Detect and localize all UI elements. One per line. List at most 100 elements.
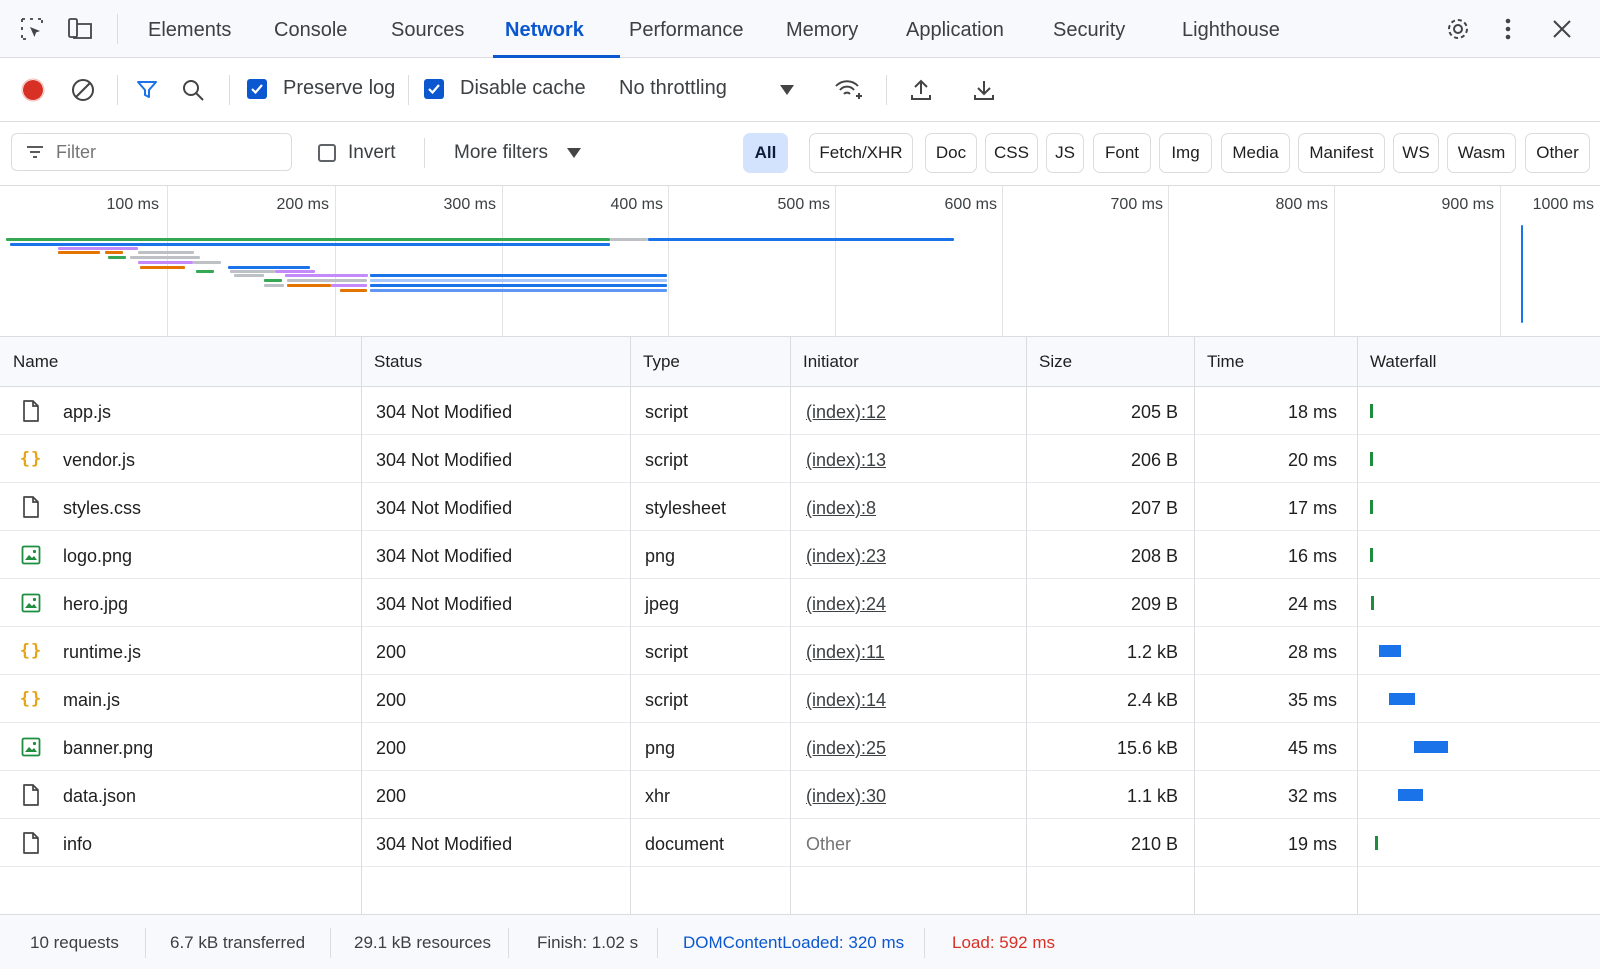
column-header-status[interactable]: Status xyxy=(361,337,422,387)
load-time: Load: 592 ms xyxy=(952,933,1056,952)
tab-memory[interactable]: Memory xyxy=(786,0,858,58)
table-row[interactable]: hero.jpg 304 Not Modified jpeg (index):24 20… xyxy=(0,579,1600,627)
chip-img[interactable]: Img xyxy=(1159,133,1212,173)
waterfall-bar[interactable] xyxy=(1370,500,1373,514)
clear-button[interactable] xyxy=(68,75,98,105)
disable-cache-label[interactable]: Disable cache xyxy=(460,77,586,100)
export-har-icon[interactable] xyxy=(969,75,999,105)
type-value: xhr xyxy=(645,786,671,806)
initiator-link[interactable]: (index):24 xyxy=(806,579,1016,627)
chip-ws[interactable]: WS xyxy=(1393,133,1439,173)
document-icon xyxy=(20,832,42,854)
toolbar-divider xyxy=(117,75,118,105)
status-value: 200 xyxy=(376,738,407,758)
overview-request-bar xyxy=(6,238,610,241)
waterfall-bar[interactable] xyxy=(1370,548,1373,562)
chip-fetch-xhr[interactable]: Fetch/XHR xyxy=(809,133,913,173)
table-row[interactable]: info 304 Not Modified document Other 210 B 19… xyxy=(0,819,1600,867)
chip-other[interactable]: Other xyxy=(1525,133,1590,173)
waterfall-bar[interactable] xyxy=(1388,693,1416,705)
overview-request-bar xyxy=(130,256,200,259)
chip-font[interactable]: Font xyxy=(1093,133,1151,173)
search-icon[interactable] xyxy=(178,75,208,105)
preserve-log-label[interactable]: Preserve log xyxy=(283,77,395,100)
throttling-select[interactable]: No throttling xyxy=(619,77,727,100)
table-row[interactable]: app.js 304 Not Modified script (index):12 20… xyxy=(0,387,1600,435)
size-value: 208 B xyxy=(1130,546,1178,566)
tab-elements[interactable]: Elements xyxy=(148,0,231,58)
waterfall-bar[interactable] xyxy=(1375,836,1379,850)
settings-gear-icon[interactable] xyxy=(1444,15,1472,43)
preserve-log-checkbox[interactable] xyxy=(247,79,267,99)
initiator-link[interactable]: (index):11 xyxy=(806,627,1016,675)
invert-label[interactable]: Invert xyxy=(348,142,396,164)
filter-funnel-icon[interactable] xyxy=(132,75,162,105)
waterfall-bar[interactable] xyxy=(1398,789,1423,801)
initiator-link[interactable]: (index):14 xyxy=(806,675,1016,723)
waterfall-bar[interactable] xyxy=(1370,404,1373,418)
more-options-icon[interactable] xyxy=(1494,15,1522,43)
initiator-link[interactable]: (index):8 xyxy=(806,483,1016,531)
column-header-size[interactable]: Size xyxy=(1026,337,1072,387)
filter-input[interactable] xyxy=(56,141,276,163)
filter-field[interactable] xyxy=(11,133,292,171)
column-header-type[interactable]: Type xyxy=(630,337,680,387)
chip-media[interactable]: Media xyxy=(1221,133,1290,173)
type-value: stylesheet xyxy=(645,498,727,518)
status-value: 200 xyxy=(376,786,407,806)
table-row[interactable]: styles.css 304 Not Modified stylesheet (ind… xyxy=(0,483,1600,531)
waterfall-bar[interactable] xyxy=(1414,741,1449,753)
tab-performance[interactable]: Performance xyxy=(629,0,744,58)
disable-cache-checkbox[interactable] xyxy=(424,79,444,99)
initiator-link[interactable]: (index):25 xyxy=(806,723,1016,771)
tab-sources[interactable]: Sources xyxy=(391,0,464,58)
invert-checkbox[interactable] xyxy=(318,144,336,162)
initiator-link[interactable]: (index):30 xyxy=(806,771,1016,819)
tab-network[interactable]: Network xyxy=(505,0,584,58)
request-name: banner.png xyxy=(63,738,154,758)
import-har-icon[interactable] xyxy=(906,75,936,105)
chip-doc[interactable]: Doc xyxy=(925,133,977,173)
initiator-link[interactable]: (index):23 xyxy=(806,531,1016,579)
more-filters-button[interactable]: More filters xyxy=(454,142,548,164)
overview-request-bar xyxy=(331,284,367,287)
table-row[interactable]: {} main.js 200 script (index):14 2.4 kB 35 ms xyxy=(0,675,1600,723)
column-header-waterfall[interactable]: Waterfall xyxy=(1357,337,1436,387)
initiator-link[interactable]: Other xyxy=(806,819,1016,867)
waterfall-bar[interactable] xyxy=(1370,452,1373,466)
type-value: script xyxy=(645,690,689,710)
initiator-link[interactable]: (index):13 xyxy=(806,435,1016,483)
waterfall-bar[interactable] xyxy=(1371,596,1375,610)
chip-wasm[interactable]: Wasm xyxy=(1447,133,1516,173)
inspect-element-icon[interactable] xyxy=(18,15,46,43)
device-toolbar-icon[interactable] xyxy=(67,15,95,43)
initiator-link[interactable]: (index):12 xyxy=(806,387,1016,435)
chip-manifest[interactable]: Manifest xyxy=(1298,133,1385,173)
tab-security[interactable]: Security xyxy=(1053,0,1125,58)
table-row[interactable]: banner.png 200 png (index):25 15.6 kB 45 ms xyxy=(0,723,1600,771)
network-conditions-icon[interactable] xyxy=(834,75,864,105)
column-header-initiator[interactable]: Initiator xyxy=(790,337,859,387)
dropdown-arrow-icon[interactable] xyxy=(772,75,802,105)
status-value: 200 xyxy=(376,642,407,662)
status-value: 304 Not Modified xyxy=(376,498,513,518)
close-devtools-icon[interactable] xyxy=(1548,15,1576,43)
request-name: styles.css xyxy=(63,498,142,518)
chip-js[interactable]: JS xyxy=(1046,133,1084,173)
chip-all[interactable]: All xyxy=(743,133,788,173)
record-button[interactable] xyxy=(18,75,48,105)
table-row[interactable]: {} runtime.js 200 script (index):11 1.2 kB 28 … xyxy=(0,627,1600,675)
column-header-time[interactable]: Time xyxy=(1194,337,1244,387)
more-filters-dropdown-icon[interactable] xyxy=(559,138,589,168)
tab-console[interactable]: Console xyxy=(274,0,347,58)
table-row[interactable]: data.json 200 xhr (index):30 1.1 kB 32 ms xyxy=(0,771,1600,819)
network-overview-timeline[interactable]: 100 ms 200 ms 300 ms 400 ms 500 ms 600 m… xyxy=(0,186,1600,337)
tab-lighthouse[interactable]: Lighthouse xyxy=(1182,0,1280,58)
chip-css[interactable]: CSS xyxy=(985,133,1038,173)
toolbar-divider xyxy=(886,75,887,105)
table-row[interactable]: logo.png 304 Not Modified png (index):23 208… xyxy=(0,531,1600,579)
column-header-name[interactable]: Name xyxy=(0,337,58,387)
tab-application[interactable]: Application xyxy=(906,0,1004,58)
table-row[interactable]: {} vendor.js 304 Not Modified script (index)… xyxy=(0,435,1600,483)
waterfall-bar[interactable] xyxy=(1379,645,1401,657)
